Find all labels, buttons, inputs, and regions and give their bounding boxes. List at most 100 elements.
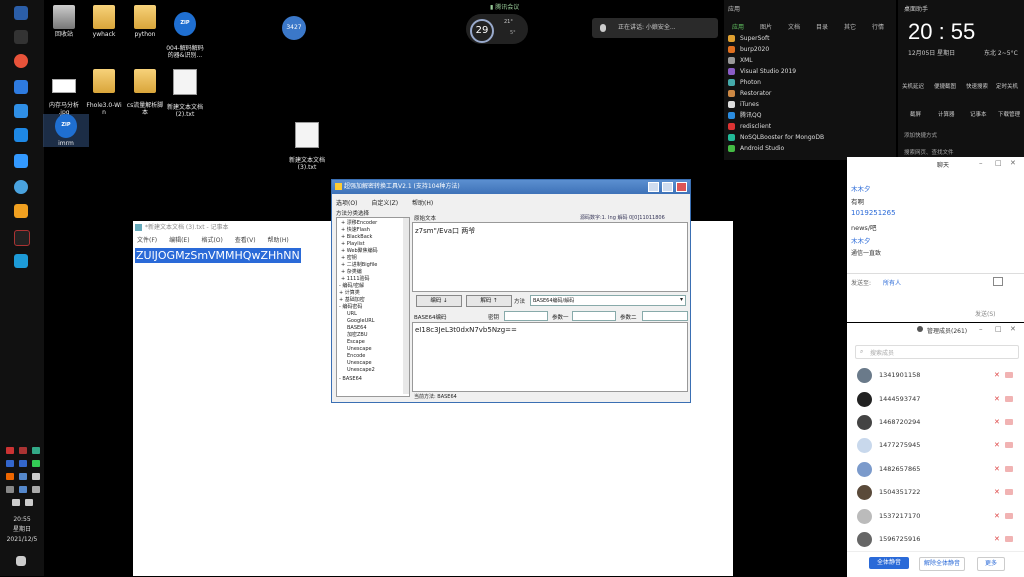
menu-help[interactable]: 帮助(H) <box>268 237 289 244</box>
mute-all-button[interactable]: 全体静音 <box>869 557 909 569</box>
maximize-icon[interactable]: □ <box>995 159 1002 167</box>
app-item[interactable]: SuperSoft <box>728 34 769 44</box>
member-row[interactable]: 1444593747 ✕ <box>855 391 1015 409</box>
more-button[interactable]: 更多 <box>977 557 1005 571</box>
desktop-icon-zip[interactable]: ZIP 004-解码解码 的器&识别... <box>162 5 208 66</box>
network-icon[interactable] <box>12 499 20 506</box>
send-button[interactable]: 发送(S) <box>975 309 996 318</box>
result-text-area[interactable]: eI18c3JeL3t0dxN7vb5Nzg== <box>412 322 688 392</box>
app-blue-icon[interactable] <box>14 80 28 94</box>
camera-off-icon[interactable] <box>1005 372 1013 378</box>
close-button[interactable] <box>676 182 687 192</box>
menu-custom[interactable]: 自定义(Z) <box>371 200 398 207</box>
browser-icon[interactable] <box>14 180 28 194</box>
tray-icon[interactable] <box>32 460 40 467</box>
param1-input[interactable] <box>572 311 616 321</box>
app-item[interactable]: 腾讯QQ <box>728 111 761 121</box>
decode-button[interactable]: 解码 ↑ <box>466 295 512 307</box>
menu-view[interactable]: 查看(V) <box>235 237 256 244</box>
notepad-selected-text[interactable]: ZUlJOGMzSmVMMHQwZHhNN <box>135 248 301 263</box>
camera-off-icon[interactable] <box>1005 513 1013 519</box>
weather-widget[interactable]: 29 21° 5° <box>466 14 528 44</box>
tool-item[interactable]: 记事本 <box>970 110 987 118</box>
tree-scrollbar[interactable] <box>403 218 409 394</box>
taskbar-app-icon[interactable] <box>14 30 28 44</box>
floating-badge[interactable]: 3427 <box>282 16 306 40</box>
settings-hint[interactable]: 添加快捷方式 <box>904 131 937 139</box>
menu-options[interactable]: 选项(O) <box>336 200 357 207</box>
tree-node[interactable]: + 二进制Bigfile <box>341 262 377 268</box>
search-hint[interactable]: 搜索网页、查找文件 <box>904 148 954 156</box>
camera-off-icon[interactable] <box>1005 466 1013 472</box>
tree-node[interactable]: + BlackBack <box>341 234 372 240</box>
mic-off-icon[interactable]: ✕ <box>994 396 1001 403</box>
tree-node[interactable]: - 编码/密解 <box>339 283 364 289</box>
desktop-icon-text[interactable]: 新建文本文档 (2).txt <box>162 62 208 125</box>
tray-icon[interactable] <box>6 473 14 480</box>
app-item[interactable]: Restorator <box>728 89 771 99</box>
tree-node[interactable]: + 基础加密 <box>339 297 365 303</box>
camera-off-icon[interactable] <box>1005 442 1013 448</box>
mic-tray-icon[interactable] <box>32 473 40 480</box>
tree-node[interactable]: Encode <box>347 353 365 359</box>
unmute-all-button[interactable]: 解除全体静音 <box>919 557 965 571</box>
tree-node[interactable]: - 编码密码 <box>339 304 362 310</box>
tray-icon[interactable] <box>6 486 14 493</box>
tab-apps[interactable]: 应用 <box>732 22 744 31</box>
tool-item[interactable]: 便捷截图 <box>934 82 956 90</box>
start-icon[interactable] <box>14 6 28 20</box>
app-item[interactable]: iTunes <box>728 100 759 110</box>
tool-item[interactable]: 关机延迟 <box>902 82 924 90</box>
tree-node[interactable]: Unescape2 <box>347 367 375 373</box>
tree-node[interactable]: 加密ZBU <box>347 332 368 338</box>
tray-icon[interactable] <box>19 486 27 493</box>
close-icon[interactable]: ✕ <box>1010 325 1016 333</box>
member-row[interactable]: 1468720294 ✕ <box>855 414 1015 432</box>
app-item[interactable]: redisclient <box>728 122 771 132</box>
tree-node[interactable]: + 密钥 <box>341 255 357 261</box>
app-item[interactable]: XML <box>728 56 753 66</box>
tree-node[interactable]: + 漂移Encoder <box>341 220 377 226</box>
member-row[interactable]: 1537217170 ✕ <box>855 508 1015 526</box>
tree-node[interactable]: Unescape <box>347 360 372 366</box>
member-search-input[interactable]: ⌕ 搜索成员 <box>855 345 1019 359</box>
minimize-icon[interactable]: – <box>979 159 983 167</box>
taskbar-time[interactable]: 20:55 <box>0 516 44 524</box>
tool-item[interactable]: 计算器 <box>938 110 955 118</box>
tray-icon[interactable] <box>32 447 40 454</box>
volume-icon[interactable] <box>25 499 33 506</box>
tree-node[interactable]: + 计算类 <box>339 290 360 296</box>
tree-node[interactable]: + Playlist <box>341 241 365 247</box>
tab-market[interactable]: 行情 <box>872 22 884 31</box>
desktop-icon-folder[interactable]: ywhack <box>81 5 127 38</box>
meeting-icon[interactable] <box>14 128 28 142</box>
app-item[interactable]: Visual Studio 2019 <box>728 67 796 77</box>
menu-file[interactable]: 文件(F) <box>137 237 157 244</box>
tool-item[interactable]: 快速搜索 <box>966 82 988 90</box>
mic-off-icon[interactable]: ✕ <box>994 466 1001 473</box>
minimize-icon[interactable]: – <box>979 325 983 333</box>
meeting-label[interactable]: ▮ 腾讯会议 <box>490 2 519 11</box>
image-icon[interactable] <box>993 277 1003 286</box>
app-item[interactable]: Android Studio <box>728 144 784 154</box>
member-row[interactable]: 1504351722 ✕ <box>855 484 1015 502</box>
app-item[interactable]: burp2020 <box>728 45 769 55</box>
desktop-icon-zip-selected[interactable]: ZIP imrm <box>43 114 89 147</box>
member-row[interactable]: 1596725916 ✕ <box>855 531 1015 549</box>
tab-docs[interactable]: 文档 <box>788 22 800 31</box>
tab-other[interactable]: 其它 <box>844 22 856 31</box>
tool-item[interactable]: 定时关机 <box>996 82 1018 90</box>
original-text-area[interactable]: z7sm"/Eva口 两爷 <box>412 222 688 292</box>
method-tree[interactable]: + 漂移Encoder + 快速Flash + BlackBack + Play… <box>336 217 410 397</box>
shield-icon[interactable] <box>14 104 28 118</box>
mic-off-icon[interactable]: ✕ <box>994 513 1001 520</box>
tool-icon[interactable] <box>14 230 30 246</box>
tray-icon[interactable] <box>19 473 27 480</box>
app-item[interactable]: Photon <box>728 78 761 88</box>
mic-off-icon[interactable]: ✕ <box>994 489 1001 496</box>
encode-button[interactable]: 编码 ↓ <box>416 295 462 307</box>
member-row[interactable]: 1482657865 ✕ <box>855 461 1015 479</box>
menu-edit[interactable]: 编辑(E) <box>169 237 189 244</box>
tree-node[interactable]: + Web聚焦编码 <box>341 248 378 254</box>
tree-node[interactable]: + 快速Flash <box>341 227 370 233</box>
